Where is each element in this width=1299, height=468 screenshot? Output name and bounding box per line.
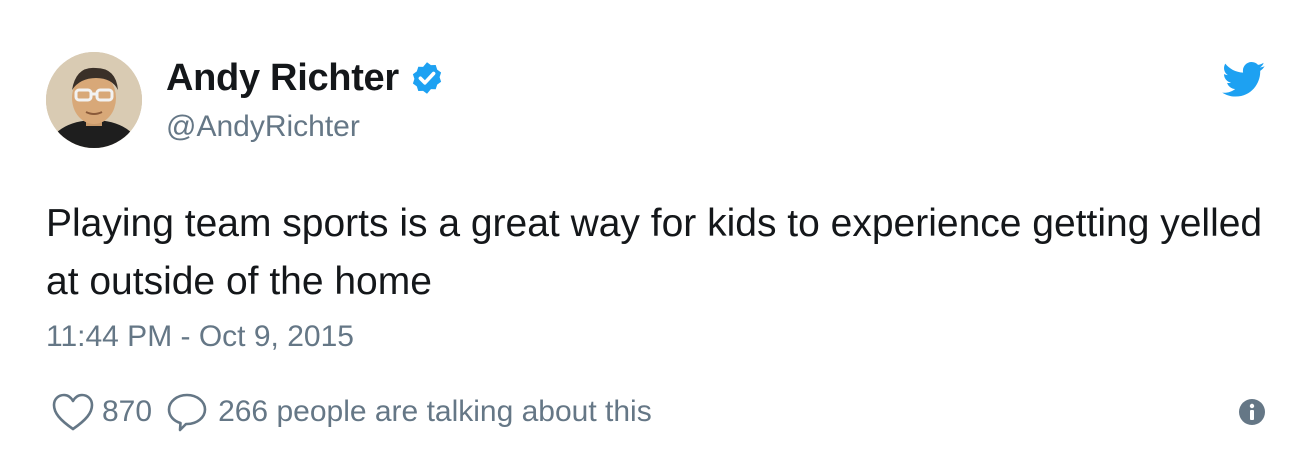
verified-badge-icon bbox=[412, 62, 441, 94]
avatar-image bbox=[46, 52, 142, 148]
tweet-card: Andy Richter @AndyRichter Playing team s… bbox=[0, 0, 1299, 468]
like-count: 870 bbox=[102, 395, 153, 428]
speech-bubble-icon[interactable] bbox=[164, 390, 210, 434]
info-icon[interactable] bbox=[1238, 398, 1266, 426]
heart-icon[interactable] bbox=[50, 390, 96, 434]
author-block: Andy Richter @AndyRichter bbox=[166, 54, 445, 144]
talking-count[interactable]: 266 people are talking about this bbox=[218, 395, 652, 429]
tweet-text: Playing team sports is a great way for k… bbox=[46, 202, 1263, 303]
twitter-bird-icon[interactable] bbox=[1222, 62, 1266, 98]
handle[interactable]: @AndyRichter bbox=[166, 110, 445, 144]
display-name[interactable]: Andy Richter bbox=[166, 57, 399, 100]
name-row: Andy Richter bbox=[166, 54, 445, 102]
timestamp[interactable]: 11:44 PM - Oct 9, 2015 bbox=[46, 320, 354, 354]
avatar[interactable] bbox=[46, 52, 142, 148]
tweet-actions: 870 266 people are talking about this bbox=[50, 390, 652, 434]
